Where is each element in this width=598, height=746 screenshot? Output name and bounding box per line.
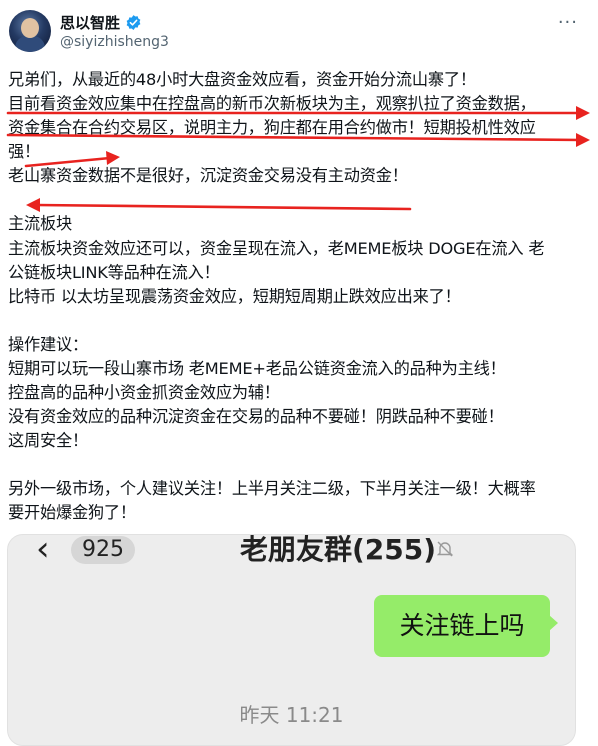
tweet-text: 兄弟们，从最近的48小时大盘资金效应看，资金开始分流山寨了！ 目前看资金效应集中… bbox=[8, 68, 588, 526]
avatar[interactable] bbox=[9, 10, 51, 52]
tweet-line: 老山寨资金数据不是很好，沉淀资金交易没有主动资金！ bbox=[8, 166, 408, 186]
tweet-line: 资金集合在合约交易区，说明主力，狗庄都在用合约做市！短期投机性效应 bbox=[8, 118, 536, 138]
tweet-line: 强！ bbox=[8, 142, 40, 162]
tweet-line: 短期可以玩一段山寨市场 老MEME+老品公链资金流入的品种为主线！ bbox=[8, 358, 506, 378]
back-chevron-icon: ‹ bbox=[36, 534, 50, 569]
tweet-line: 主流板块 bbox=[8, 214, 72, 234]
bubble-tail bbox=[549, 615, 558, 631]
tweet-header: 思以智胜 @siyizhisheng3 ··· bbox=[0, 0, 598, 64]
verified-badge-icon bbox=[126, 15, 141, 30]
tweet-line: 目前看资金效应集中在控盘高的新币次新板块为主，观察扒拉了资金数据， bbox=[8, 94, 536, 114]
tweet-line: 这周安全！ bbox=[8, 431, 88, 451]
avatar-body bbox=[15, 36, 45, 52]
chat-timestamp: 昨天 11:21 bbox=[239, 703, 344, 727]
tweet-line: 兄弟们，从最近的48小时大盘资金效应看，资金开始分流山寨了！ bbox=[8, 70, 476, 89]
more-options-icon[interactable]: ··· bbox=[558, 14, 578, 32]
display-name[interactable]: 思以智胜 bbox=[60, 12, 120, 33]
group-title: 老朋友群(255) bbox=[240, 534, 437, 566]
tweet-line: 另外一级市场，个人建议关注！上半月关注二级，下半月关注一级！大概率 bbox=[8, 479, 536, 499]
embedded-chat-screenshot[interactable]: ‹ 925 老朋友群(255) 关注链上吗 昨天 11:21 bbox=[7, 534, 576, 746]
tweet-line: 比特币 以太坊呈现震荡资金效应，短期短周期止跌效应出来了！ bbox=[8, 286, 461, 306]
tweet-line: 控盘高的品种小资金抓资金效应为辅！ bbox=[8, 383, 280, 403]
unread-count-badge: 925 bbox=[71, 536, 135, 564]
tweet-line: 主流板块资金效应还可以，资金呈现在流入，老MEME板块 DOGE在流入 老 bbox=[8, 238, 545, 258]
tweet-line: 操作建议： bbox=[8, 334, 88, 354]
tweet-line: 要开始爆金狗了！ bbox=[8, 503, 136, 523]
chat-message-bubble: 关注链上吗 bbox=[374, 595, 550, 657]
tweet-line: 公链板块LINK等品种在流入！ bbox=[8, 262, 220, 282]
user-handle[interactable]: @siyizhisheng3 bbox=[60, 34, 169, 50]
chat-header: ‹ 925 老朋友群(255) bbox=[8, 535, 575, 571]
name-row: 思以智胜 bbox=[60, 12, 142, 33]
avatar-face bbox=[21, 18, 39, 38]
mute-bell-icon bbox=[436, 541, 454, 557]
tweet-line: 没有资金效应的品种沉淀资金在交易的品种不要碰！阴跌品种不要碰！ bbox=[8, 407, 504, 427]
